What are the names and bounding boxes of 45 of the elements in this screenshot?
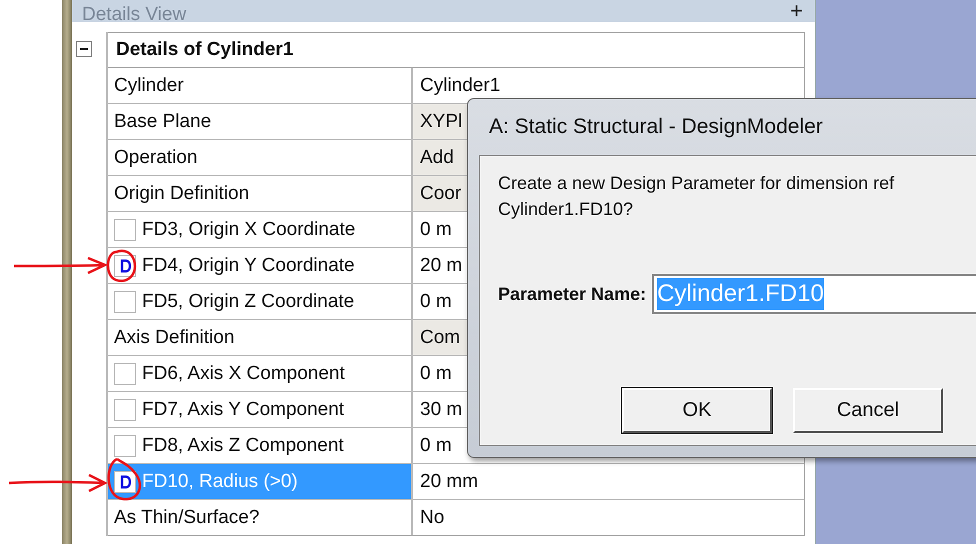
property-value: Coor <box>420 182 462 204</box>
property-name: FD10, Radius (>0) <box>142 470 298 492</box>
property-name: Base Plane <box>114 110 212 132</box>
property-name: FD7, Axis Y Component <box>142 398 344 420</box>
property-name: FD8, Axis Z Component <box>142 434 344 456</box>
details-heading: Details of Cylinder1 <box>108 33 804 68</box>
property-value: 0 m <box>420 362 452 384</box>
cancel-button[interactable]: Cancel <box>793 388 943 433</box>
property-value: Com <box>420 326 460 348</box>
parameter-checkbox[interactable] <box>114 218 136 240</box>
property-value: 30 m <box>420 398 462 420</box>
ok-button[interactable]: OK <box>622 388 772 433</box>
property-value: 0 m <box>420 290 452 312</box>
property-value: No <box>420 506 444 528</box>
parameter-checkbox[interactable] <box>114 290 136 312</box>
pin-button[interactable]: + <box>790 0 803 22</box>
property-name: As Thin/Surface? <box>114 506 260 528</box>
property-name: Operation <box>114 146 198 168</box>
property-value: Cylinder1 <box>420 74 500 96</box>
property-name: FD4, Origin Y Coordinate <box>142 254 355 276</box>
property-row[interactable]: FD10, Radius (>0) 20 mm <box>108 464 804 500</box>
property-value: Add <box>420 146 454 168</box>
property-name: FD5, Origin Z Coordinate <box>142 290 354 312</box>
panel-title: Details View <box>82 5 186 22</box>
dialog-title: A: Static Structural - DesignModeler <box>488 114 824 140</box>
property-name: Axis Definition <box>114 326 234 348</box>
property-value: 20 m <box>420 254 462 276</box>
property-name: Origin Definition <box>114 182 250 204</box>
property-value: XYPl <box>420 110 462 132</box>
property-value: 0 m <box>420 218 452 240</box>
property-name: FD3, Origin X Coordinate <box>142 218 356 240</box>
collapse-button[interactable] <box>76 41 92 57</box>
field-label: Parameter Name: <box>498 284 646 304</box>
property-row[interactable]: As Thin/Surface? No <box>108 500 804 535</box>
d-letter-icon <box>118 258 132 274</box>
parameter-checkbox[interactable] <box>114 434 136 456</box>
property-name: FD6, Axis X Component <box>142 362 345 384</box>
parameter-checkbox[interactable] <box>114 362 136 384</box>
parameter-checkbox[interactable] <box>114 398 136 420</box>
property-name: Cylinder <box>114 74 184 96</box>
property-value: 20 mm <box>420 470 478 492</box>
property-value: 0 m <box>420 434 452 456</box>
parameter-checkbox[interactable] <box>114 470 136 492</box>
dialog-message: Create a new Design Parameter for dimension ref <box>498 172 896 195</box>
d-letter-icon <box>118 474 132 490</box>
